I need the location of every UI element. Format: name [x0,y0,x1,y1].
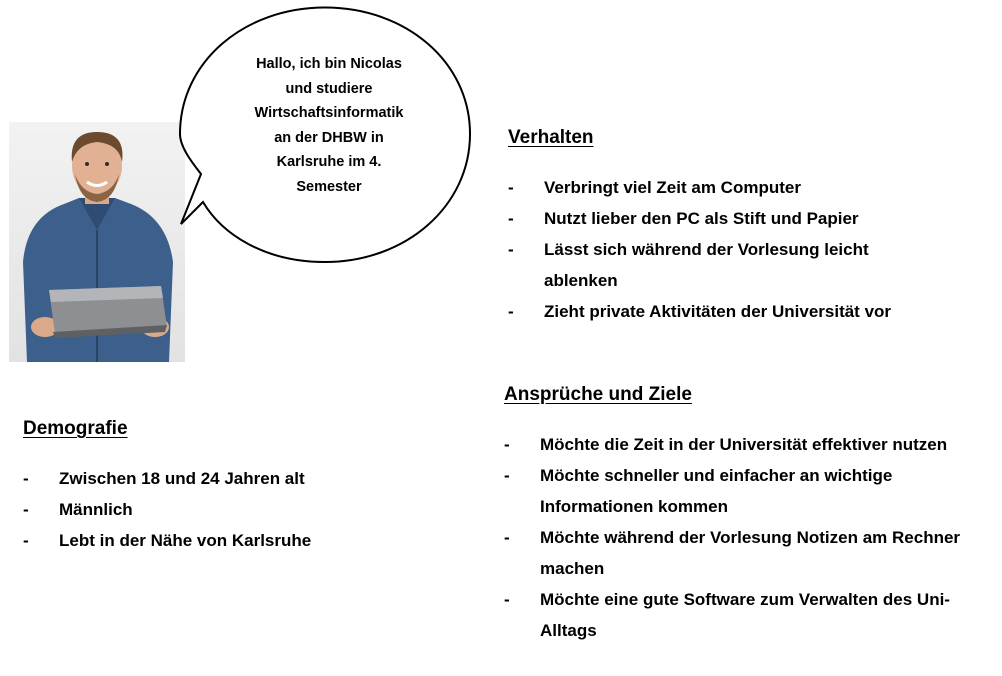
persona-photo [9,122,185,362]
list-item: - Möchte schneller und einfacher an wicht… [504,466,893,516]
verhalten-list: - Verbringt viel Zeit am Computer - Nutzt … [508,172,948,327]
speech-bubble-text: Hallo, ich bin Nicolas und studiere Wirt… [254,56,404,195]
list-item: - Möchte während der Vorlesung Notizen am… [504,528,961,578]
list-item: - Möchte eine gute Software zum Verwalten… [504,590,950,640]
list-item: - Lebt in der Nähe von Karlsruhe [23,531,312,550]
list-item: - Möchte die Zeit in der Universität effe… [504,435,948,454]
heading-ansprueche-und-ziele: Ansprüche und Ziele [504,384,692,405]
list-item: - Zieht private Aktivitäten der Universit… [508,302,892,321]
person-with-laptop-icon [9,122,185,362]
demografie-list: - Zwischen 18 und 24 Jahren alt - Männlich… [23,463,443,556]
list-item: - Zwischen 18 und 24 Jahren alt [23,469,305,488]
ansprueche-list: - Möchte die Zeit in der Universität effe… [504,429,994,646]
list-item: - Verbringt viel Zeit am Computer [508,178,801,197]
list-item: - Lässt sich während der Vorlesung leicht… [508,240,869,290]
heading-verhalten: Verhalten [508,127,594,148]
list-item: - Männlich [23,500,133,519]
heading-demografie: Demografie [23,418,128,439]
list-item: - Nutzt lieber den PC als Stift und Papie… [508,209,859,228]
